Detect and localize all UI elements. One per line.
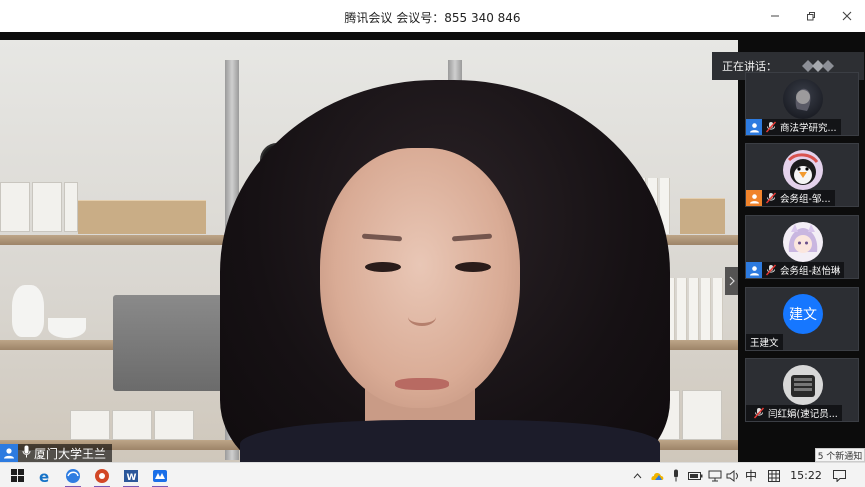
muted-microphone-icon xyxy=(752,406,766,420)
tencent-meeting-button[interactable] xyxy=(147,463,173,487)
clock[interactable]: 15:22 xyxy=(788,463,824,487)
muted-microphone-icon xyxy=(764,191,778,205)
participant-avatar xyxy=(783,222,823,262)
battery-button[interactable] xyxy=(686,463,704,487)
muted-microphone-icon xyxy=(764,263,778,277)
battery-icon xyxy=(687,471,702,480)
restore-icon xyxy=(807,12,815,21)
network-button[interactable] xyxy=(706,463,724,487)
participant-name: 闫红娟(速记员... xyxy=(768,409,838,420)
participant-label: 会务组-邹... xyxy=(746,190,835,206)
main-speaker-name: 厦门大学王兰 xyxy=(34,446,107,461)
participant-name: 商法学研究... xyxy=(780,123,837,134)
ime-grid-button[interactable] xyxy=(764,463,784,487)
window-title: 腾讯会议 会议号：855 340 846 xyxy=(344,11,521,25)
cloud-icon xyxy=(651,472,664,480)
word-button[interactable]: W xyxy=(118,463,144,487)
microphone-icon xyxy=(22,445,31,461)
edge-browser-button[interactable]: e xyxy=(32,463,58,487)
participant-label: 王建文 xyxy=(746,334,783,350)
participant-name: 王建文 xyxy=(750,338,779,349)
browser-icon xyxy=(66,468,80,483)
participant-tile[interactable]: 建文 王建文 xyxy=(745,287,859,351)
input-method-button[interactable]: 中 xyxy=(742,463,760,487)
participant-label: 商法学研究... xyxy=(746,119,841,135)
tencent-meeting-icon xyxy=(153,469,167,482)
participant-label: 会务组-赵怡琳 xyxy=(746,262,845,278)
windows-icon xyxy=(10,469,24,482)
participant-face xyxy=(320,148,520,408)
start-button[interactable] xyxy=(4,463,30,487)
participant-tile[interactable]: 会务组-赵怡琳 xyxy=(745,215,859,279)
close-button[interactable] xyxy=(829,0,865,32)
notification-badge[interactable]: 5 个新通知 xyxy=(815,448,865,462)
minimize-icon xyxy=(771,15,779,17)
show-hidden-icons-button[interactable] xyxy=(630,463,644,487)
participant-text-avatar: 建文 xyxy=(783,294,823,334)
svg-text:e: e xyxy=(39,468,49,484)
action-center-button[interactable] xyxy=(828,463,850,487)
muted-microphone-icon xyxy=(764,120,778,134)
user-icon xyxy=(746,262,762,278)
word-icon: W xyxy=(124,469,138,483)
panel-toggle-button[interactable] xyxy=(725,267,738,295)
main-speaker-tag: 厦门大学王兰 xyxy=(0,444,113,462)
speaking-avatar-icon xyxy=(802,60,834,72)
edge-icon: e xyxy=(39,468,49,484)
restore-button[interactable] xyxy=(793,0,829,32)
tray-app-icon[interactable] xyxy=(648,463,666,487)
meeting-stage xyxy=(0,32,865,464)
taskbar: e W 中 15:22 xyxy=(0,462,865,487)
chevron-up-icon xyxy=(633,472,641,478)
volume-icon xyxy=(726,469,738,482)
participant-avatar xyxy=(783,79,823,119)
volume-button[interactable] xyxy=(724,463,742,487)
user-icon xyxy=(746,190,762,206)
participant-tile[interactable]: 商法学研究... xyxy=(745,72,859,136)
app-button-1[interactable] xyxy=(60,463,86,487)
participant-name: 会务组-赵怡琳 xyxy=(780,266,841,277)
input-grid-icon xyxy=(768,469,780,482)
participant-avatar xyxy=(783,150,823,190)
participant-label: 闫红娟(速记员... xyxy=(746,405,842,421)
powerpoint-icon xyxy=(95,468,109,483)
microphone-icon xyxy=(674,469,678,482)
participant-tile[interactable]: 会务组-邹... xyxy=(745,143,859,207)
participant-avatar xyxy=(783,365,823,405)
main-video[interactable] xyxy=(0,40,738,464)
title-bar: 腾讯会议 会议号：855 340 846 xyxy=(0,0,865,32)
svg-text:W: W xyxy=(127,473,137,483)
network-icon xyxy=(708,470,722,481)
participant-name: 会务组-邹... xyxy=(780,194,831,205)
notification-icon xyxy=(832,469,846,482)
close-icon xyxy=(842,11,852,21)
participant-tile[interactable]: 闫红娟(速记员... xyxy=(745,358,859,422)
microphone-tray-button[interactable] xyxy=(668,463,684,487)
chevron-right-icon xyxy=(729,276,735,286)
powerpoint-button[interactable] xyxy=(89,463,115,487)
minimize-button[interactable] xyxy=(757,0,793,32)
user-icon xyxy=(0,444,18,462)
user-icon xyxy=(746,119,762,135)
